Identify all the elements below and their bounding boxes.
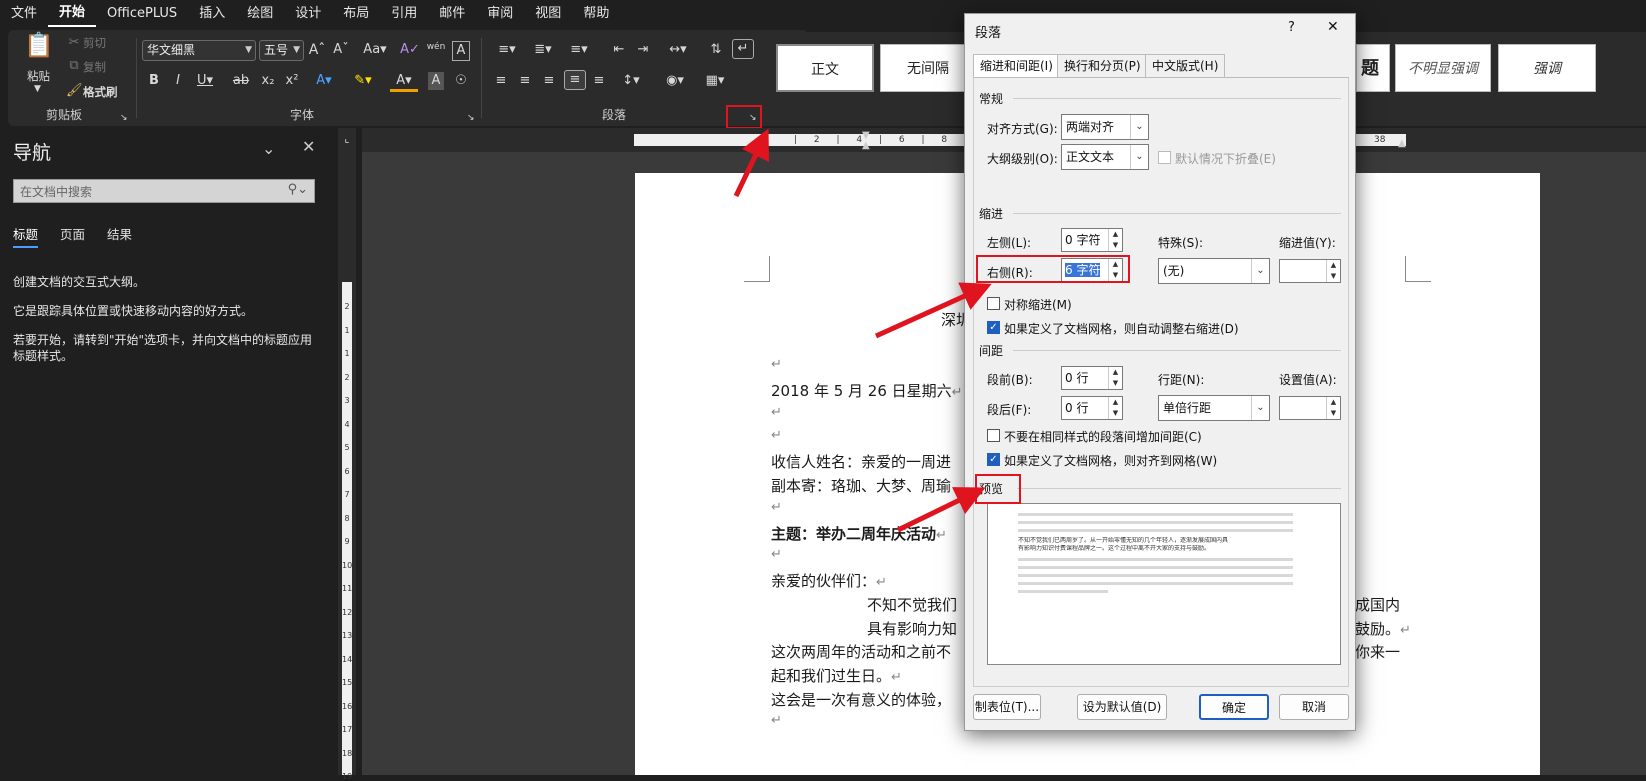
- annotation-arrows: [733, 128, 992, 533]
- arrow-to-launcher: [733, 128, 770, 198]
- arrow-to-preview: [896, 487, 986, 533]
- arrow-to-right-indent: [874, 282, 992, 339]
